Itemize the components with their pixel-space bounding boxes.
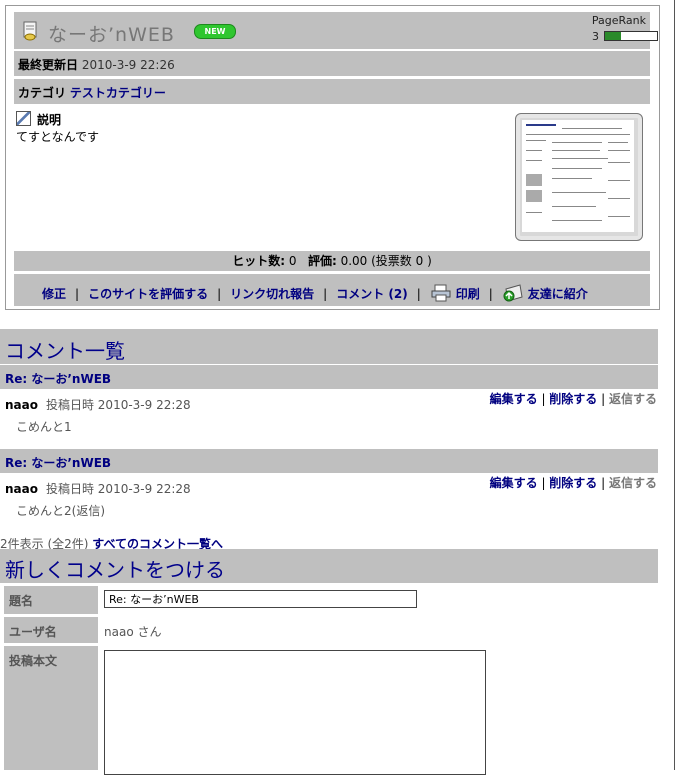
comment-text: こめんと1 xyxy=(16,420,72,434)
comment-meta: naao 投稿日時 2010-3-9 22:28 xyxy=(5,480,191,497)
tell-friend-icon[interactable] xyxy=(502,283,524,303)
pagerank-bar xyxy=(604,31,658,41)
comment-posted-date: 投稿日時 2010-3-9 22:28 xyxy=(45,482,191,496)
new-badge: NEW xyxy=(194,24,236,39)
username-label-cell: ユーザ名 xyxy=(4,617,98,643)
body-label-cell: 投稿本文 xyxy=(4,646,98,770)
last-updated-label: 最終更新日 xyxy=(18,58,79,72)
comment-reply-link[interactable]: 返信する xyxy=(609,476,657,490)
last-updated-row: 最終更新日 2010-3-9 22:26 xyxy=(14,51,650,76)
tell-friend-link[interactable]: 友達に紹介 xyxy=(528,287,588,301)
comment-edit-link[interactable]: 編集する xyxy=(490,392,538,406)
print-link[interactable]: 印刷 xyxy=(456,287,480,301)
site-detail-box: なーお’nWEB NEW PageRank 3 最終更新日 2010-3-9 2… xyxy=(5,5,660,310)
body-label: 投稿本文 xyxy=(9,654,58,668)
comment-body-textarea[interactable] xyxy=(104,650,486,775)
description-label: 説明 xyxy=(37,113,62,127)
rating-label: 評価: xyxy=(307,254,337,268)
comment-title-link[interactable]: Re: なーお’nWEB xyxy=(5,370,111,387)
category-row: カテゴリ テストカテゴリー xyxy=(14,79,650,104)
comment-delete-link[interactable]: 削除する xyxy=(549,476,597,490)
comment-meta: naao 投稿日時 2010-3-9 22:28 xyxy=(5,396,191,413)
pagerank-value: 3 xyxy=(592,30,599,43)
comments-header-title: コメント一覧 xyxy=(5,339,125,363)
comment-delete-link[interactable]: 削除する xyxy=(549,392,597,406)
edit-site-link[interactable]: 修正 xyxy=(42,287,66,301)
subject-label: 題名 xyxy=(9,594,34,608)
subject-input[interactable] xyxy=(104,590,417,608)
comment-user[interactable]: naao xyxy=(5,398,38,412)
new-comment-header: 新しくコメントをつける xyxy=(0,549,658,583)
subject-label-cell: 題名 xyxy=(4,586,98,614)
rating-value: 0.00 (投票数 0 ) xyxy=(340,254,432,268)
comments-link[interactable]: コメント (2) xyxy=(336,287,408,301)
comment-actions: 編集する | 削除する | 返信する xyxy=(489,392,657,406)
site-thumbnail[interactable] xyxy=(515,113,643,241)
description-icon xyxy=(16,111,31,126)
category-label: カテゴリ xyxy=(18,86,67,100)
description-text: てすとなんです xyxy=(16,130,100,144)
comment-user[interactable]: naao xyxy=(5,482,38,496)
comment-title-bar: Re: なーお’nWEB xyxy=(0,365,658,389)
site-actions-bar: 修正 | このサイトを評価する | リンク切れ報告 | コメント (2) | 印刷 | 友達に紹… xyxy=(14,274,650,306)
hits-value: 0 xyxy=(288,254,297,268)
comment-reply-link[interactable]: 返信する xyxy=(609,392,657,406)
comment-text: こめんと2(返信) xyxy=(16,504,105,518)
broken-link-report-link[interactable]: リンク切れ報告 xyxy=(230,287,314,301)
stats-bar: ヒット数: 0 評価: 0.00 (投票数 0 ) xyxy=(14,251,650,271)
printer-icon[interactable] xyxy=(430,284,452,302)
comment-actions: 編集する | 削除する | 返信する xyxy=(489,476,657,490)
new-comment-header-title: 新しくコメントをつける xyxy=(5,558,225,582)
description-area: 説明 てすとなんです xyxy=(14,107,650,250)
last-updated-value: 2010-3-9 22:26 xyxy=(81,58,175,72)
rate-site-link[interactable]: このサイトを評価する xyxy=(88,287,208,301)
comments-header: コメント一覧 xyxy=(0,329,658,364)
pagerank-bar-fill xyxy=(605,32,621,40)
username-label: ユーザ名 xyxy=(9,625,57,639)
hits-label: ヒット数: xyxy=(232,254,286,268)
page-right-border xyxy=(674,0,675,770)
comment-title-link[interactable]: Re: なーお’nWEB xyxy=(5,454,111,471)
category-link[interactable]: テストカテゴリー xyxy=(70,86,166,100)
site-title-link[interactable]: なーお’nWEB xyxy=(48,20,175,47)
comment-posted-date: 投稿日時 2010-3-9 22:28 xyxy=(45,398,191,412)
site-title-bar: なーお’nWEB NEW PageRank 3 xyxy=(14,12,658,49)
site-link-icon xyxy=(23,21,37,41)
comment-edit-link[interactable]: 編集する xyxy=(490,476,538,490)
username-value: naao さん xyxy=(104,625,162,639)
site-thumbnail-image xyxy=(522,120,634,232)
comment-title-bar: Re: なーお’nWEB xyxy=(0,449,658,473)
pagerank-label: PageRank xyxy=(591,14,646,27)
